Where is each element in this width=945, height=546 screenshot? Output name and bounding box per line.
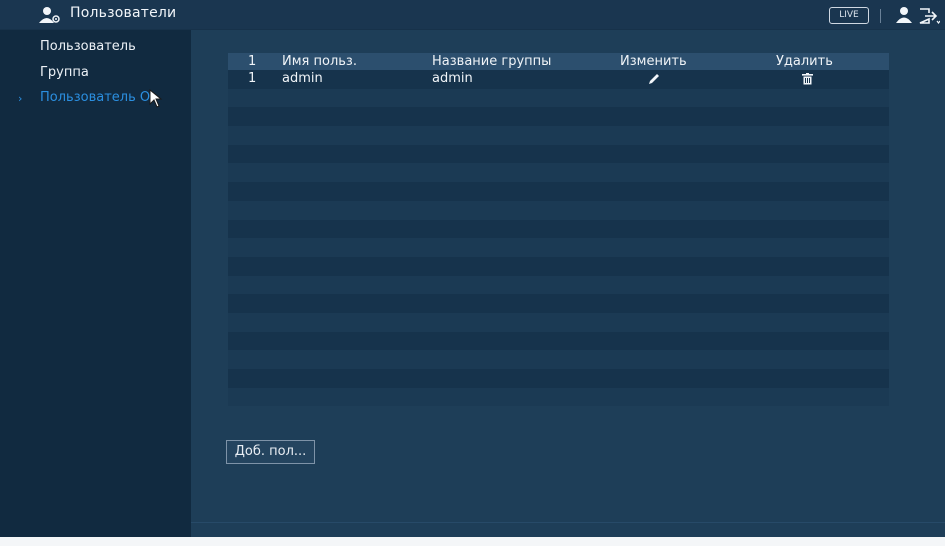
- table-row-empty: [228, 350, 889, 369]
- table-row[interactable]: 1 admin admin: [228, 70, 889, 89]
- table-row-empty: [228, 144, 889, 164]
- table-row-empty: [228, 88, 889, 108]
- trash-icon[interactable]: [802, 73, 813, 85]
- user-icon[interactable]: [895, 6, 913, 24]
- table-row-empty: [228, 107, 889, 127]
- table-row-empty: [228, 182, 889, 201]
- table-row-empty: [228, 126, 889, 145]
- table-row-empty: [228, 275, 889, 295]
- mouse-cursor-icon: [149, 89, 163, 108]
- pencil-icon[interactable]: [648, 73, 660, 85]
- live-button[interactable]: LIVE: [829, 7, 869, 24]
- app-frame: Пользователи LIVE Пользователь Группа › …: [0, 0, 945, 537]
- table-row-empty: [228, 294, 889, 313]
- row-group: admin: [432, 71, 473, 86]
- table-row-empty: [228, 219, 889, 239]
- chevron-right-icon: ›: [18, 92, 23, 105]
- table-row-empty: [228, 238, 889, 257]
- table-row-empty: [228, 369, 889, 388]
- table-row-empty: [228, 387, 889, 407]
- users-settings-icon: [39, 7, 60, 23]
- sidebar-item-group[interactable]: Группа: [40, 65, 89, 80]
- page-title: Пользователи: [70, 5, 177, 21]
- header-divider: [880, 9, 881, 23]
- add-user-button[interactable]: Доб. пол...: [226, 440, 315, 464]
- column-header-index: 1: [248, 54, 257, 69]
- column-header-edit: Изменить: [620, 54, 687, 69]
- table-row-empty: [228, 200, 889, 220]
- table-row-empty: [228, 163, 889, 183]
- users-table: 1 Имя польз. Название группы Изменить Уд…: [228, 53, 889, 407]
- table-row-empty: [228, 331, 889, 351]
- row-username: admin: [282, 71, 323, 86]
- top-bar: Пользователи LIVE: [0, 0, 945, 30]
- table-row-empty: [228, 256, 889, 276]
- sidebar-item-online-user[interactable]: Пользователь O: [40, 90, 150, 105]
- column-header-username: Имя польз.: [282, 54, 357, 69]
- table-header: 1 Имя польз. Название группы Изменить Уд…: [228, 53, 889, 70]
- table-row-empty: [228, 312, 889, 332]
- column-header-group: Название группы: [432, 54, 552, 69]
- footer-divider: [191, 522, 945, 523]
- column-header-delete: Удалить: [776, 54, 833, 69]
- row-index: 1: [248, 71, 257, 86]
- sidebar-item-user[interactable]: Пользователь: [40, 39, 136, 54]
- logout-icon[interactable]: [918, 7, 940, 25]
